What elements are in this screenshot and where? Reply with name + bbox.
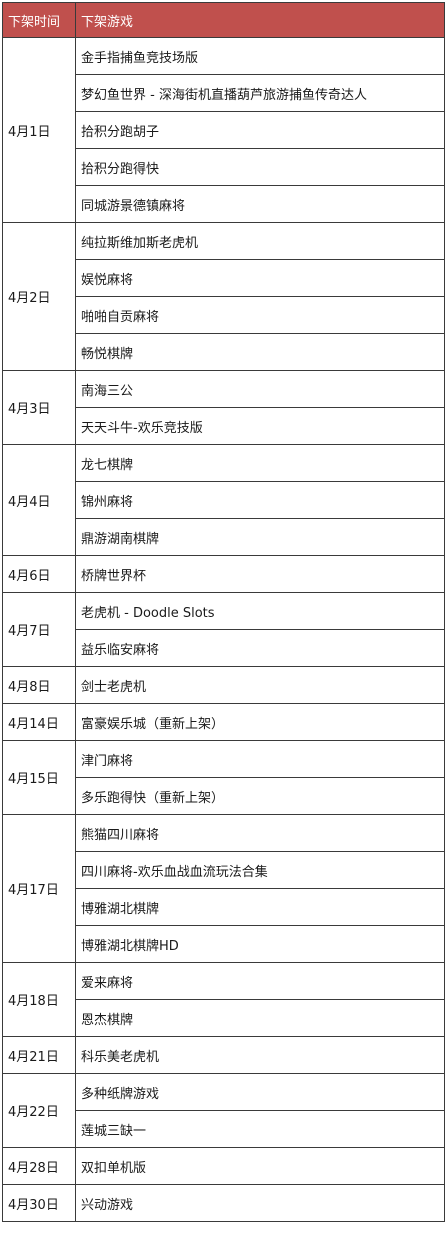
game-name-cell: 啪啪自贡麻将 — [75, 296, 445, 334]
game-name-cell: 桥牌世界杯 — [75, 555, 445, 593]
game-name-cell: 锦州麻将 — [75, 481, 445, 519]
game-name-cell: 科乐美老虎机 — [75, 1036, 445, 1074]
table-row: 4月1日 金手指捕鱼竞技场版 — [2, 37, 445, 223]
delist-date-cell: 4月8日 — [2, 666, 76, 704]
delist-date-cell: 4月2日 — [2, 222, 76, 371]
delist-date-cell: 4月15日 — [2, 740, 76, 815]
game-name-cell: 剑士老虎机 — [75, 666, 445, 704]
delist-date-cell: 4月4日 — [2, 444, 76, 556]
delist-date-cell: 4月30日 — [2, 1184, 76, 1222]
delist-date-cell: 4月7日 — [2, 592, 76, 667]
delist-date-cell: 4月1日 — [2, 37, 76, 223]
game-name-cell: 老虎机 - Doodle Slots — [75, 592, 445, 630]
game-name-cell: 兴动游戏 — [75, 1184, 445, 1222]
delisting-table: 下架时间 下架游戏 4月1日 金手指捕鱼竞技场版 梦幻鱼世界 - 深海街机直播葫芦旅… — [2, 2, 445, 1222]
table-row: 4月7日 老虎机 - Doodle Slots — [2, 592, 445, 667]
game-name-cell: 鼎游湖南棋牌 — [75, 518, 445, 556]
game-name-cell: 金手指捕鱼竞技场版 — [75, 37, 445, 75]
game-name-cell: 恩杰棋牌 — [75, 999, 445, 1037]
table-row: 4月18日 爱来麻将 — [2, 962, 445, 1037]
game-name-cell: 娱悦麻将 — [75, 259, 445, 297]
delist-date-cell: 4月3日 — [2, 370, 76, 445]
table-row: 4月22日 多种纸牌游戏 — [2, 1073, 445, 1148]
game-name-cell: 同城游景德镇麻将 — [75, 185, 445, 223]
game-name-cell: 南海三公 — [75, 370, 445, 408]
table-row: 4月28日 双扣单机版 — [2, 1147, 445, 1185]
delist-date-cell: 4月18日 — [2, 962, 76, 1037]
game-name-cell: 天天斗牛-欢乐竞技版 — [75, 407, 445, 445]
game-name-cell: 四川麻将-欢乐血战血流玩法合集 — [75, 851, 445, 889]
game-name-cell: 莲城三缺一 — [75, 1110, 445, 1148]
delist-date-cell: 4月22日 — [2, 1073, 76, 1148]
game-name-cell: 拾积分跑得快 — [75, 148, 445, 186]
game-name-cell: 博雅湖北棋牌HD — [75, 925, 445, 963]
game-name-cell: 双扣单机版 — [75, 1147, 445, 1185]
delist-date-cell: 4月14日 — [2, 703, 76, 741]
delist-date-cell: 4月28日 — [2, 1147, 76, 1185]
table-row: 4月6日 桥牌世界杯 — [2, 555, 445, 593]
game-name-cell: 梦幻鱼世界 - 深海街机直播葫芦旅游捕鱼传奇达人 — [75, 74, 445, 112]
game-name-cell: 龙七棋牌 — [75, 444, 445, 482]
delist-date-cell: 4月17日 — [2, 814, 76, 963]
table-row: 4月15日 津门麻将 — [2, 740, 445, 815]
header-delist-game: 下架游戏 — [75, 2, 445, 38]
game-name-cell: 拾积分跑胡子 — [75, 111, 445, 149]
game-name-cell: 多种纸牌游戏 — [75, 1073, 445, 1111]
game-name-cell: 爱来麻将 — [75, 962, 445, 1000]
game-name-cell: 熊猫四川麻将 — [75, 814, 445, 852]
delist-date-cell: 4月6日 — [2, 555, 76, 593]
table-row: 4月17日 熊猫四川麻将 — [2, 814, 445, 963]
game-name-cell: 纯拉斯维加斯老虎机 — [75, 222, 445, 260]
table-row: 4月2日 纯拉斯维加斯老虎机 — [2, 222, 445, 371]
game-name-cell: 博雅湖北棋牌 — [75, 888, 445, 926]
table-header-row: 下架时间 下架游戏 — [2, 2, 445, 38]
game-name-cell: 津门麻将 — [75, 740, 445, 778]
table-row: 4月14日 富豪娱乐城（重新上架） — [2, 703, 445, 741]
game-name-cell: 多乐跑得快（重新上架） — [75, 777, 445, 815]
table-row: 4月21日 科乐美老虎机 — [2, 1036, 445, 1074]
table-row: 4月3日 南海三公 — [2, 370, 445, 445]
table-row: 4月4日 龙七棋牌 — [2, 444, 445, 556]
table-row: 4月30日 兴动游戏 — [2, 1184, 445, 1222]
table-row: 4月8日 剑士老虎机 — [2, 666, 445, 704]
header-delist-time: 下架时间 — [2, 2, 76, 38]
delisting-table-container: 下架时间 下架游戏 4月1日 金手指捕鱼竞技场版 梦幻鱼世界 - 深海街机直播葫芦旅… — [0, 0, 448, 1259]
table-body: 4月1日 金手指捕鱼竞技场版 梦幻鱼世界 - 深海街机直播葫芦旅游捕鱼传奇达人 拾积分… — [2, 37, 445, 1222]
game-name-cell: 畅悦棋牌 — [75, 333, 445, 371]
game-name-cell: 益乐临安麻将 — [75, 629, 445, 667]
delist-date-cell: 4月21日 — [2, 1036, 76, 1074]
game-name-cell: 富豪娱乐城（重新上架） — [75, 703, 445, 741]
